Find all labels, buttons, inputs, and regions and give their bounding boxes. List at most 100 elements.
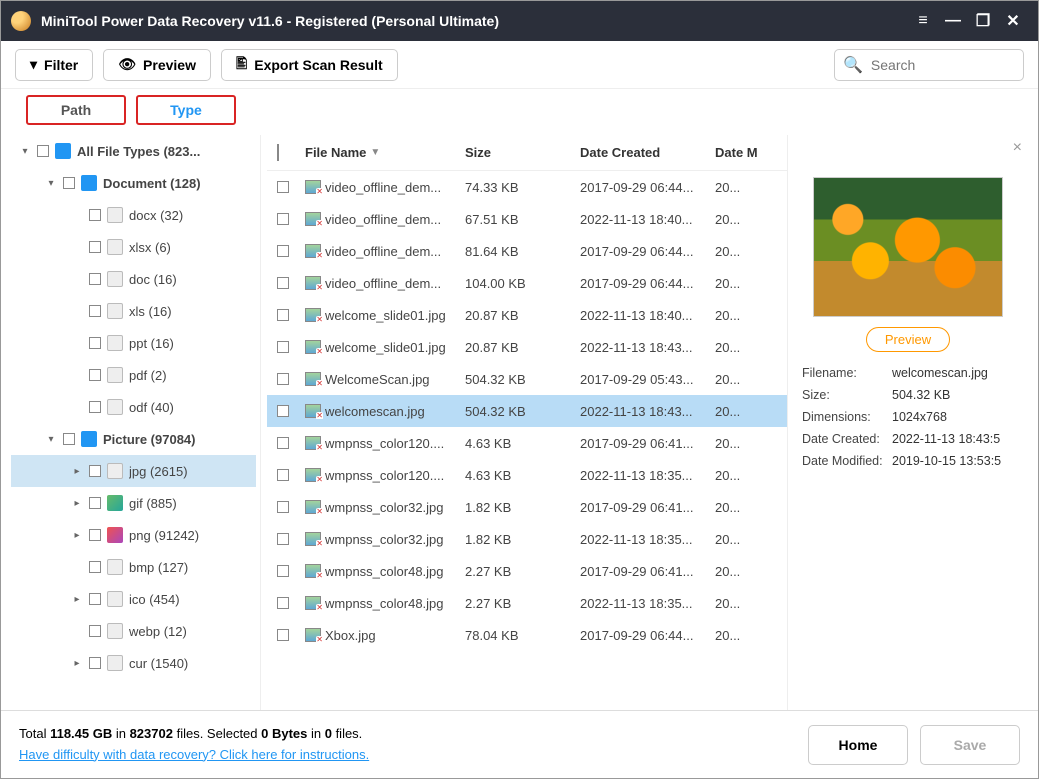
tree-checkbox[interactable] [89, 401, 101, 413]
row-checkbox[interactable] [277, 629, 289, 641]
file-row[interactable]: welcome_slide01.jpg20.87 KB2022-11-13 18… [267, 331, 787, 363]
tree-checkbox[interactable] [89, 497, 101, 509]
tree-checkbox[interactable] [89, 657, 101, 669]
col-filename[interactable]: File Name ▼ [305, 145, 465, 160]
tree-node[interactable]: xls (16) [11, 295, 256, 327]
col-size[interactable]: Size [465, 145, 580, 160]
tree-node[interactable]: bmp (127) [11, 551, 256, 583]
caret-icon[interactable]: ▸ [71, 530, 83, 541]
maximize-icon[interactable]: ❐ [968, 6, 998, 36]
tree-checkbox[interactable] [63, 177, 75, 189]
tree-node[interactable]: doc (16) [11, 263, 256, 295]
row-checkbox[interactable] [277, 501, 289, 513]
tree-node[interactable]: ▾All File Types (823... [11, 135, 256, 167]
file-row[interactable]: video_offline_dem...104.00 KB2017-09-29 … [267, 267, 787, 299]
tree-checkbox[interactable] [89, 369, 101, 381]
row-checkbox[interactable] [277, 533, 289, 545]
file-row[interactable]: wmpnss_color48.jpg2.27 KB2022-11-13 18:3… [267, 587, 787, 619]
file-row[interactable]: wmpnss_color32.jpg1.82 KB2022-11-13 18:3… [267, 523, 787, 555]
help-link[interactable]: Have difficulty with data recovery? Clic… [19, 745, 369, 766]
tree-node[interactable]: xlsx (6) [11, 231, 256, 263]
file-row[interactable]: wmpnss_color120....4.63 KB2022-11-13 18:… [267, 459, 787, 491]
sidebar-tree[interactable]: ▾All File Types (823...▾Document (128)do… [11, 135, 261, 710]
caret-icon[interactable]: ▾ [45, 178, 57, 189]
row-checkbox[interactable] [277, 405, 289, 417]
row-checkbox[interactable] [277, 469, 289, 481]
caret-icon[interactable]: ▸ [71, 658, 83, 669]
minimize-icon[interactable]: — [938, 6, 968, 36]
tree-node[interactable]: ▸cur (1540) [11, 647, 256, 679]
tree-node[interactable]: ▸jpg (2615) [11, 455, 256, 487]
col-created[interactable]: Date Created [580, 145, 715, 160]
tree-checkbox[interactable] [89, 593, 101, 605]
caret-icon[interactable]: ▾ [19, 146, 31, 157]
tab-type[interactable]: Type [136, 95, 236, 125]
export-button[interactable]: 🖺 Export Scan Result [221, 49, 398, 81]
preview-button[interactable]: 👁 Preview [103, 49, 211, 81]
tree-node[interactable]: pdf (2) [11, 359, 256, 391]
search-box[interactable]: 🔍 [834, 49, 1024, 81]
row-checkbox[interactable] [277, 373, 289, 385]
file-row[interactable]: Xbox.jpg78.04 KB2017-09-29 06:44...20... [267, 619, 787, 651]
close-icon[interactable]: ✕ [998, 6, 1028, 36]
row-checkbox[interactable] [277, 341, 289, 353]
tree-checkbox[interactable] [89, 273, 101, 285]
tree-checkbox[interactable] [89, 209, 101, 221]
tree-checkbox[interactable] [89, 465, 101, 477]
tree-checkbox[interactable] [89, 305, 101, 317]
tree-node[interactable]: ▾Document (128) [11, 167, 256, 199]
tree-node[interactable]: ▾Picture (97084) [11, 423, 256, 455]
file-row[interactable]: welcome_slide01.jpg20.87 KB2022-11-13 18… [267, 299, 787, 331]
close-preview-icon[interactable]: × [1013, 139, 1022, 157]
row-checkbox[interactable] [277, 597, 289, 609]
file-name: video_offline_dem... [325, 212, 441, 227]
preview-open-button[interactable]: Preview [866, 327, 950, 352]
select-all-checkbox[interactable] [277, 144, 279, 161]
tree-checkbox[interactable] [37, 145, 49, 157]
file-name: wmpnss_color32.jpg [325, 500, 444, 515]
tab-path[interactable]: Path [26, 95, 126, 125]
menu-icon[interactable]: ≡ [908, 6, 938, 36]
tree-checkbox[interactable] [63, 433, 75, 445]
file-list: File Name ▼ Size Date Created Date M vid… [267, 135, 788, 710]
tree-checkbox[interactable] [89, 561, 101, 573]
tree-node[interactable]: webp (12) [11, 615, 256, 647]
caret-icon[interactable]: ▸ [71, 498, 83, 509]
row-checkbox[interactable] [277, 277, 289, 289]
file-row[interactable]: video_offline_dem...74.33 KB2017-09-29 0… [267, 171, 787, 203]
row-checkbox[interactable] [277, 181, 289, 193]
filter-button[interactable]: ▾ Filter [15, 49, 93, 81]
tree-checkbox[interactable] [89, 625, 101, 637]
col-modified[interactable]: Date M [715, 145, 775, 160]
file-row[interactable]: wmpnss_color32.jpg1.82 KB2017-09-29 06:4… [267, 491, 787, 523]
file-row[interactable]: wmpnss_color48.jpg2.27 KB2017-09-29 06:4… [267, 555, 787, 587]
row-checkbox[interactable] [277, 565, 289, 577]
tree-node[interactable]: odf (40) [11, 391, 256, 423]
tree-checkbox[interactable] [89, 529, 101, 541]
image-icon [305, 404, 321, 418]
file-row[interactable]: wmpnss_color120....4.63 KB2017-09-29 06:… [267, 427, 787, 459]
home-button[interactable]: Home [808, 725, 908, 765]
tree-checkbox[interactable] [89, 337, 101, 349]
file-rows[interactable]: video_offline_dem...74.33 KB2017-09-29 0… [267, 171, 787, 710]
caret-icon[interactable]: ▸ [71, 466, 83, 477]
file-row[interactable]: video_offline_dem...67.51 KB2022-11-13 1… [267, 203, 787, 235]
file-row[interactable]: WelcomeScan.jpg504.32 KB2017-09-29 05:43… [267, 363, 787, 395]
caret-icon[interactable]: ▾ [45, 434, 57, 445]
tree-node[interactable]: ▸ico (454) [11, 583, 256, 615]
save-button[interactable]: Save [920, 725, 1020, 765]
row-checkbox[interactable] [277, 309, 289, 321]
row-checkbox[interactable] [277, 245, 289, 257]
row-checkbox[interactable] [277, 437, 289, 449]
tree-checkbox[interactable] [89, 241, 101, 253]
tree-node[interactable]: docx (32) [11, 199, 256, 231]
file-row[interactable]: video_offline_dem...81.64 KB2017-09-29 0… [267, 235, 787, 267]
caret-icon[interactable]: ▸ [71, 594, 83, 605]
file-row[interactable]: welcomescan.jpg504.32 KB2022-11-13 18:43… [267, 395, 787, 427]
search-input[interactable] [869, 56, 1015, 74]
row-checkbox[interactable] [277, 213, 289, 225]
file-modified: 20... [715, 436, 775, 451]
tree-node[interactable]: ▸gif (885) [11, 487, 256, 519]
tree-node[interactable]: ppt (16) [11, 327, 256, 359]
tree-node[interactable]: ▸png (91242) [11, 519, 256, 551]
